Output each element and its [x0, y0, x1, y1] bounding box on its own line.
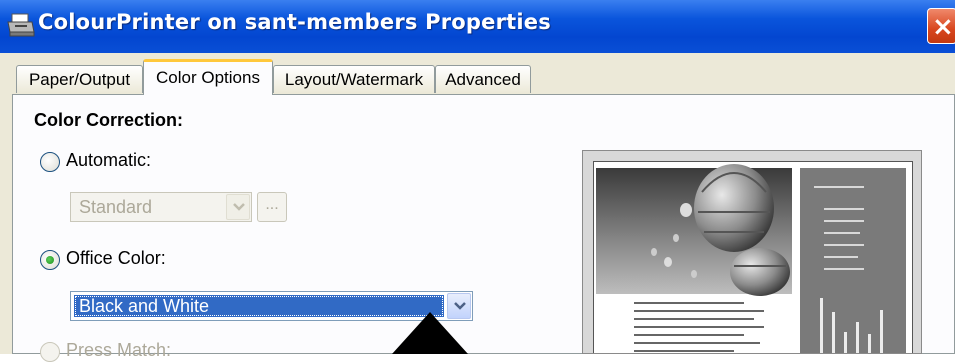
chevron-down-icon[interactable] [226, 194, 250, 220]
close-button[interactable]: × [927, 8, 955, 44]
tab-label: Paper/Output [28, 70, 131, 89]
automatic-settings-button[interactable]: ... [257, 192, 287, 222]
press-match-label: Press Match: [66, 340, 172, 360]
title-bar[interactable]: ColourPrinter on sant-members Properties… [0, 0, 955, 53]
window-title: ColourPrinter on sant-members Properties [38, 10, 551, 34]
printer-icon [6, 12, 36, 38]
automatic-radio[interactable] [40, 152, 60, 172]
tab-label: Color Options [156, 68, 260, 87]
office-color-label: Office Color: [66, 248, 166, 268]
page-preview [582, 150, 922, 354]
tab-paper-output[interactable]: Paper/Output [16, 65, 143, 93]
tab-advanced[interactable]: Advanced [435, 65, 531, 93]
automatic-label: Automatic: [66, 150, 152, 170]
automatic-combo-value: Standard [79, 197, 153, 217]
automatic-combo[interactable]: Standard [70, 192, 252, 222]
tab-strip: Paper/Output Color Options Layout/Waterm… [0, 53, 955, 95]
tab-color-options[interactable]: Color Options [143, 59, 273, 95]
office-color-combo-value: Black and White [79, 296, 210, 316]
press-match-radio[interactable] [40, 342, 60, 362]
radio-selected-dot [46, 256, 54, 264]
color-correction-heading: Color Correction: [34, 110, 184, 130]
arrow-up-icon [388, 306, 472, 359]
close-icon: × [932, 12, 954, 42]
office-color-radio[interactable] [40, 250, 60, 270]
page-preview-icon [593, 161, 913, 353]
tab-label: Advanced [445, 70, 521, 89]
tab-label: Layout/Watermark [284, 70, 424, 89]
tab-layout-watermark[interactable]: Layout/Watermark [273, 65, 435, 93]
